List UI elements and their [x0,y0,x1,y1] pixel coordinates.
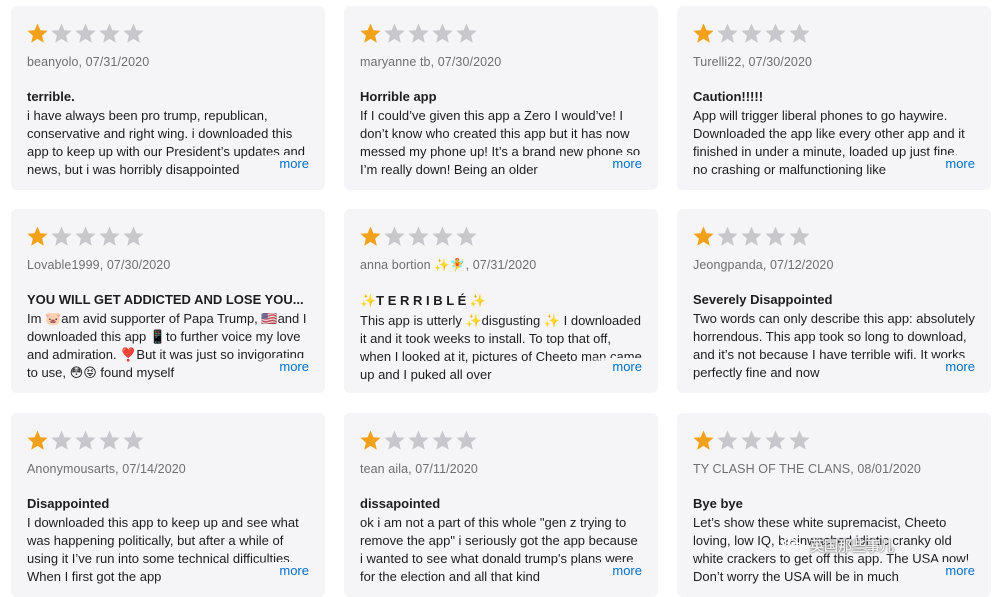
star-empty-icon [99,226,120,246]
star-filled-icon [360,23,381,43]
star-empty-icon [408,23,429,43]
star-empty-icon [456,23,477,43]
review-author-date: Anonymousarts, 07/14/2020 [27,462,186,476]
review-card: tean aila, 07/11/2020 dissapointed ok i … [344,413,658,597]
review-title: YOU WILL GET ADDICTED AND LOSE YOU... [27,292,304,307]
more-link[interactable]: more [253,358,309,376]
star-empty-icon [75,226,96,246]
review-author-date: anna bortion ✨🧚, 07/31/2020 [360,258,537,272]
more-link[interactable]: more [919,155,975,173]
review-author-date: tean aila, 07/11/2020 [360,462,478,476]
star-empty-icon [789,23,810,43]
star-rating [692,20,975,46]
star-rating [359,223,642,249]
more-link[interactable]: more [919,358,975,376]
watermark-text: 英国那些事儿 [810,538,894,554]
star-empty-icon [123,226,144,246]
star-empty-icon [717,23,738,43]
more-link[interactable]: more [586,155,642,173]
review-title: dissapointed [360,496,441,511]
review-title: Severely Disappointed [693,292,833,307]
review-title: Disappointed [27,496,110,511]
review-card: beanyolo, 07/31/2020 terrible. i have al… [11,6,325,190]
star-filled-icon [27,430,48,450]
review-title: terrible. [27,89,75,104]
review-author-date: Jeongpanda, 07/12/2020 [693,258,834,272]
review-title: Caution!!!!! [693,89,764,104]
star-filled-icon [360,226,381,246]
review-card: Lovable1999, 07/30/2020 YOU WILL GET ADD… [11,209,325,393]
wechat-logo-icon [782,537,804,554]
star-filled-icon [693,23,714,43]
star-empty-icon [717,430,738,450]
star-empty-icon [432,23,453,43]
review-card: Anonymousarts, 07/14/2020 Disappointed I… [11,413,325,597]
review-title: Bye bye [693,496,743,511]
star-rating [359,20,642,46]
star-empty-icon [456,430,477,450]
more-link[interactable]: more [919,562,975,580]
star-rating [692,427,975,453]
star-filled-icon [360,430,381,450]
star-filled-icon [693,226,714,246]
star-empty-icon [384,23,405,43]
star-empty-icon [51,430,72,450]
star-filled-icon [27,226,48,246]
star-empty-icon [384,226,405,246]
review-card: anna bortion ✨🧚, 07/31/2020 ✨T E R R I B… [344,209,658,393]
review-card: Turelli22, 07/30/2020 Caution!!!!! App w… [677,6,991,190]
more-link[interactable]: more [586,562,642,580]
more-link[interactable]: more [586,358,642,376]
review-title: ✨T E R R I B L É ✨ [360,293,487,308]
star-empty-icon [408,226,429,246]
star-empty-icon [123,430,144,450]
star-empty-icon [741,226,762,246]
star-empty-icon [75,23,96,43]
star-rating [26,223,309,249]
review-card: TY CLASH OF THE CLANS, 08/01/2020 Bye by… [677,413,991,597]
star-filled-icon [693,430,714,450]
review-author-date: maryanne tb, 07/30/2020 [360,55,502,69]
star-empty-icon [741,23,762,43]
review-card: maryanne tb, 07/30/2020 Horrible app If … [344,6,658,190]
star-empty-icon [99,23,120,43]
star-empty-icon [789,430,810,450]
review-title: Horrible app [360,89,437,104]
star-rating [359,427,642,453]
star-rating [26,20,309,46]
star-empty-icon [432,430,453,450]
review-author-date: TY CLASH OF THE CLANS, 08/01/2020 [693,462,921,476]
star-rating [692,223,975,249]
review-author-date: Turelli22, 07/30/2020 [693,55,813,69]
review-card: Jeongpanda, 07/12/2020 Severely Disappoi… [677,209,991,393]
star-empty-icon [765,23,786,43]
review-author-date: beanyolo, 07/31/2020 [27,55,150,69]
star-empty-icon [123,23,144,43]
star-empty-icon [456,226,477,246]
star-empty-icon [741,430,762,450]
star-empty-icon [51,226,72,246]
star-empty-icon [765,226,786,246]
star-empty-icon [51,23,72,43]
star-empty-icon [789,226,810,246]
star-empty-icon [384,430,405,450]
star-empty-icon [432,226,453,246]
star-empty-icon [75,430,96,450]
more-link[interactable]: more [253,155,309,173]
star-empty-icon [408,430,429,450]
star-rating [26,427,309,453]
star-filled-icon [27,23,48,43]
more-link[interactable]: more [253,562,309,580]
star-empty-icon [717,226,738,246]
review-author-date: Lovable1999, 07/30/2020 [27,258,171,272]
star-empty-icon [99,430,120,450]
watermark: 英国那些事儿 [782,536,894,556]
star-empty-icon [765,430,786,450]
